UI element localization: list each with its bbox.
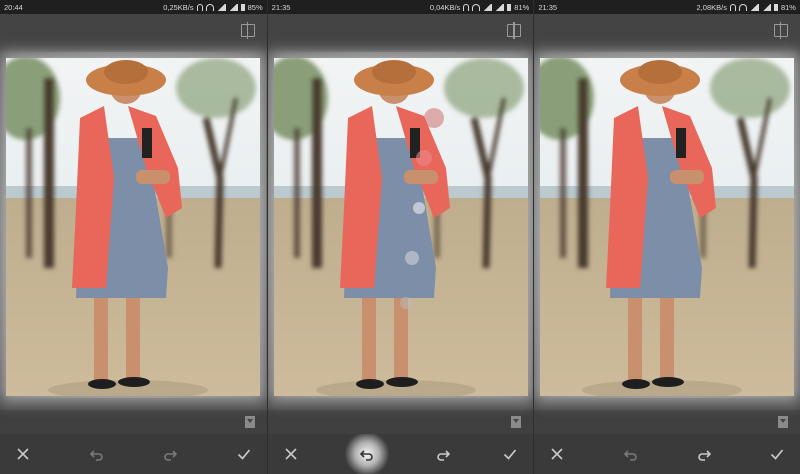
headphones-icon bbox=[729, 3, 736, 11]
signal-icon bbox=[228, 3, 238, 11]
redo-button[interactable] bbox=[691, 441, 717, 467]
headphones-icon bbox=[463, 3, 470, 11]
battery-level: 81% bbox=[514, 2, 530, 12]
image-canvas[interactable] bbox=[267, 50, 534, 410]
signal-icon bbox=[483, 3, 493, 11]
apply-button[interactable] bbox=[764, 441, 790, 467]
photo[interactable] bbox=[6, 58, 260, 396]
signal-icon bbox=[495, 3, 505, 11]
panel-2: 21:35 0,04KB/s 81% bbox=[266, 0, 534, 474]
photo[interactable] bbox=[273, 58, 528, 396]
undo-button[interactable] bbox=[344, 434, 389, 474]
battery-level: 81% bbox=[780, 2, 796, 12]
bookmark-icon[interactable] bbox=[511, 416, 522, 428]
status-bar: 21:35 0,04KB/s 81% bbox=[267, 0, 534, 14]
cancel-button[interactable] bbox=[278, 441, 304, 467]
battery-icon bbox=[240, 3, 245, 11]
apply-button[interactable] bbox=[497, 441, 523, 467]
bookmark-icon[interactable] bbox=[244, 416, 255, 428]
status-time: 21:35 bbox=[538, 2, 558, 12]
status-bar: 20:44 0,25KB/s 85% bbox=[0, 0, 267, 14]
wifi-icon bbox=[205, 3, 214, 11]
compare-icon[interactable] bbox=[240, 22, 255, 39]
network-speed: 2,08KB/s bbox=[696, 2, 727, 12]
top-toolbar bbox=[0, 14, 267, 50]
headphones-icon bbox=[196, 3, 203, 11]
signal-icon bbox=[749, 3, 759, 11]
network-speed: 0,25KB/s bbox=[163, 2, 194, 12]
image-canvas[interactable] bbox=[0, 50, 267, 410]
wifi-icon bbox=[472, 3, 481, 11]
signal-icon bbox=[761, 3, 771, 11]
signal-icon bbox=[216, 3, 226, 11]
status-time: 20:44 bbox=[4, 2, 23, 12]
bottom-toolbar bbox=[267, 434, 534, 474]
cancel-button[interactable] bbox=[544, 441, 570, 467]
battery-level: 85% bbox=[247, 2, 263, 12]
top-toolbar bbox=[267, 14, 534, 50]
screenshot-collage: 20:44 0,25KB/s 85% 21:35 0,04KB/s 81% 21… bbox=[0, 0, 800, 474]
battery-icon bbox=[507, 3, 512, 11]
image-canvas[interactable] bbox=[534, 50, 800, 410]
bottom-toolbar bbox=[534, 434, 800, 474]
cancel-button[interactable] bbox=[10, 441, 36, 467]
undo-button[interactable] bbox=[84, 441, 110, 467]
network-speed: 0,04KB/s bbox=[429, 2, 461, 12]
panel-1: 20:44 0,25KB/s 85% bbox=[0, 0, 267, 474]
wifi-icon bbox=[738, 3, 747, 11]
bookmark-icon[interactable] bbox=[777, 416, 788, 428]
redo-button[interactable] bbox=[430, 441, 456, 467]
status-bar: 21:35 2,08KB/s 81% bbox=[534, 0, 800, 14]
apply-button[interactable] bbox=[231, 441, 257, 467]
compare-icon[interactable] bbox=[773, 22, 788, 39]
battery-icon bbox=[773, 3, 778, 11]
photo[interactable] bbox=[540, 58, 795, 396]
top-toolbar bbox=[534, 14, 800, 50]
panel-3: 21:35 2,08KB/s 81% bbox=[533, 0, 800, 474]
status-time: 21:35 bbox=[271, 2, 291, 12]
compare-icon[interactable] bbox=[507, 22, 522, 39]
undo-button[interactable] bbox=[618, 441, 644, 467]
redo-button[interactable] bbox=[157, 441, 183, 467]
bottom-toolbar bbox=[0, 434, 267, 474]
